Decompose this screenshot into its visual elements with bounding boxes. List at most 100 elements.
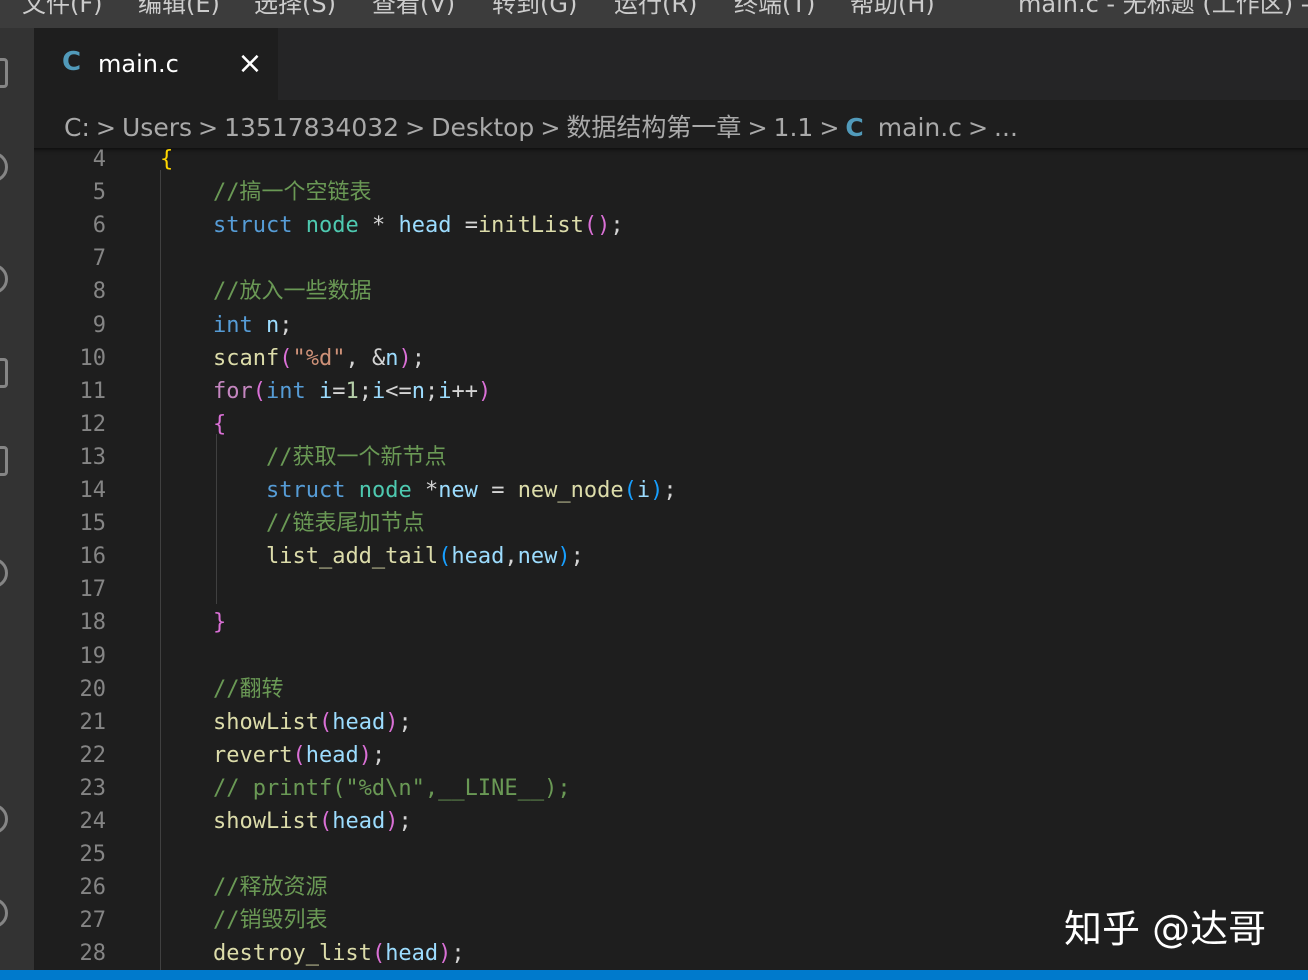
search-icon[interactable]: [0, 152, 8, 182]
breadcrumb-items: C: > Users >13517834032 > Desktop > 数据结构第一章 >1.1…: [64, 108, 1018, 144]
code-text: struct node *new = new_node(i);: [265, 478, 677, 503]
breadcrumb-item[interactable]: Desktop: [431, 113, 534, 142]
menu-go[interactable]: 转到(G): [492, 0, 577, 19]
code-line[interactable]: 24 showList(head);: [34, 805, 1308, 838]
code-text: {: [160, 147, 174, 172]
breadcrumb-item[interactable]: 13517834032: [224, 113, 399, 142]
line-number: 10: [79, 345, 107, 371]
menu-file[interactable]: 文件(F): [22, 0, 103, 19]
breadcrumb: C: > Users >13517834032 > Desktop > 数据结构第一章 >1.1…: [34, 100, 1308, 148]
code-line[interactable]: 16 list_add_tail(head,new);: [34, 540, 1308, 573]
line-number: 9: [92, 312, 106, 338]
c-file-icon: C: [62, 47, 82, 77]
manage-gear-icon[interactable]: [0, 898, 8, 928]
code-line[interactable]: 17: [34, 573, 1308, 606]
line-number: 16: [79, 544, 107, 570]
code-line[interactable]: 9 int n;: [34, 309, 1308, 342]
code-line[interactable]: 18 }: [34, 606, 1308, 639]
remote-icon[interactable]: [0, 558, 8, 588]
code-text: {: [212, 411, 227, 437]
menu-bar: 文件(F) 编辑(E) 选择(S) 查看(V) 转到(G) 运行(R) 终端(T…: [0, 0, 1308, 28]
code-text: //放入一些数据: [212, 279, 372, 305]
code-editor[interactable]: 4{5 //搞一个空链表 6 struct node * head =initLi…: [34, 147, 1308, 970]
code-text: //销毁列表: [212, 908, 328, 934]
code-line[interactable]: 13 //获取一个新节点: [34, 441, 1308, 474]
breadcrumb-item[interactable]: C:: [64, 113, 90, 142]
activity-bar: [0, 28, 34, 970]
code-line[interactable]: 14 struct node *new = new_node(i);: [34, 474, 1308, 507]
code-text: // printf("%d\n",__LINE__);: [212, 775, 571, 801]
line-number: 11: [79, 378, 107, 404]
tab-main-c[interactable]: C main.c ×: [34, 28, 278, 100]
breadcrumb-separator: >: [540, 114, 561, 142]
line-number: 8: [92, 279, 106, 305]
line-number: 24: [79, 809, 107, 834]
code-text: scanf("%d", &n);: [212, 345, 425, 371]
menu-selection[interactable]: 选择(S): [254, 0, 336, 19]
close-icon[interactable]: ×: [234, 44, 266, 84]
code-line[interactable]: 11 for(int i=1;i<=n;i++): [34, 375, 1308, 408]
line-number: 25: [79, 842, 107, 868]
status-bar: [0, 970, 1308, 980]
line-number: 4: [92, 147, 106, 172]
explorer-icon[interactable]: [0, 58, 8, 88]
code-text: for(int i=1;i<=n;i++): [212, 378, 492, 404]
code-line[interactable]: 20 //翻转: [34, 673, 1308, 706]
menu-view[interactable]: 查看(V): [372, 0, 455, 19]
code-line[interactable]: 8 //放入一些数据: [34, 275, 1308, 308]
code-line[interactable]: 12 {: [34, 408, 1308, 441]
breadcrumb-item[interactable]: 数据结构第一章: [566, 113, 741, 142]
menu-terminal[interactable]: 终端(T): [734, 0, 815, 19]
code-line[interactable]: 10 scanf("%d", &n);: [34, 342, 1308, 375]
code-line[interactable]: 25: [34, 838, 1308, 871]
line-number: 27: [79, 908, 107, 934]
code-text: //链表尾加节点: [265, 511, 425, 537]
account-icon[interactable]: [0, 804, 8, 834]
watermark: 知乎 @达哥: [1064, 907, 1267, 951]
line-number: 7: [92, 246, 106, 272]
code-line[interactable]: 23 // printf("%d\n",__LINE__);: [34, 772, 1308, 805]
code-line[interactable]: 7: [34, 242, 1308, 275]
menu-run[interactable]: 运行(R): [614, 0, 697, 19]
line-number: 19: [79, 643, 107, 669]
code-line[interactable]: 6 struct node * head =initList();: [34, 209, 1308, 242]
code-text: list_add_tail(head,new);: [265, 544, 584, 570]
code-text: showList(head);: [212, 809, 412, 834]
code-line[interactable]: 4{: [34, 143, 1308, 176]
code-text: struct node * head =initList();: [212, 213, 624, 239]
tab-label: main.c: [98, 50, 179, 78]
line-number: 20: [79, 676, 107, 702]
line-number: 13: [79, 444, 107, 470]
code-text: revert(head);: [212, 742, 386, 768]
breadcrumb-item[interactable]: 1.1: [774, 113, 814, 142]
extensions-icon[interactable]: [0, 446, 8, 476]
code-line[interactable]: 15 //链表尾加节点: [34, 507, 1308, 540]
breadcrumb-separator: >: [747, 114, 768, 142]
code-line[interactable]: 21 showList(head);: [34, 706, 1308, 739]
breadcrumb-separator: >: [405, 114, 426, 142]
breadcrumb-item[interactable]: ...: [994, 113, 1018, 142]
tab-bar: C main.c ×: [34, 28, 1308, 100]
line-number: 23: [79, 775, 107, 801]
code-line[interactable]: 22 revert(head);: [34, 739, 1308, 772]
line-number: 17: [79, 577, 107, 603]
line-number: 6: [92, 213, 106, 239]
menu-help[interactable]: 帮助(H): [850, 0, 935, 19]
code-line[interactable]: 19: [34, 640, 1308, 673]
line-number: 21: [79, 709, 107, 735]
breadcrumb-item[interactable]: main.c: [878, 113, 962, 142]
breadcrumb-separator: >: [819, 114, 840, 142]
code-text: //释放资源: [212, 875, 328, 901]
code-line[interactable]: 5 //搞一个空链表: [34, 176, 1308, 209]
line-number: 14: [79, 478, 107, 503]
code-text: }: [212, 610, 227, 636]
c-file-icon: C: [845, 113, 864, 142]
line-number: 18: [79, 610, 107, 636]
menu-edit[interactable]: 编辑(E): [138, 0, 220, 19]
code-text: //翻转: [212, 676, 284, 702]
line-number: 26: [79, 875, 107, 901]
breadcrumb-item[interactable]: Users: [122, 113, 192, 142]
run-debug-icon[interactable]: [0, 358, 8, 388]
source-control-icon[interactable]: [0, 264, 8, 294]
line-number: 22: [79, 742, 107, 768]
